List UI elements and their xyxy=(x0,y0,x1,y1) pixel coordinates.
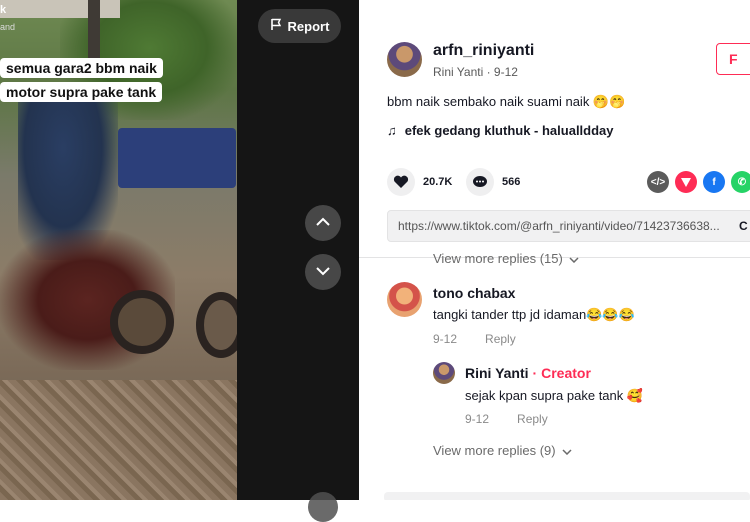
reply-text: sejak kpan supra pake tank 🥰 xyxy=(465,388,644,403)
report-button[interactable]: Report xyxy=(258,9,341,43)
view-more-replies-label: View more replies (9) xyxy=(433,443,556,458)
heart-icon xyxy=(387,168,415,196)
comment-input-bar[interactable] xyxy=(384,492,750,500)
chevron-down-icon xyxy=(569,251,579,266)
video-background-roof xyxy=(0,0,120,18)
view-more-replies-label: View more replies (15) xyxy=(433,251,563,266)
reply-author[interactable]: Rini Yanti · Creator xyxy=(465,365,591,381)
music-note-icon: ♫ xyxy=(387,123,397,138)
chevron-down-icon xyxy=(562,443,572,458)
video-caption-line2: motor supra pake tank xyxy=(0,82,163,102)
video-wheel-second xyxy=(196,292,237,358)
video-description: bbm naik sembako naik suami naik 🤭🤭 xyxy=(387,94,626,109)
commenter-name[interactable]: tono chabax xyxy=(433,285,515,301)
author-nickname-date: Rini Yanti · 9-12 xyxy=(433,65,518,79)
comment-count: 566 xyxy=(502,176,521,188)
video-caption-line1: semua gara2 bbm naik xyxy=(0,58,163,78)
comment-bubble-icon xyxy=(466,168,494,196)
commenter-avatar[interactable] xyxy=(387,282,422,317)
music-title: efek gedang kluthuk - halualldday xyxy=(404,123,614,138)
embed-code-icon[interactable]: </> xyxy=(647,171,669,193)
video-background-truck xyxy=(118,128,236,188)
video-link-field[interactable]: https://www.tiktok.com/@arfn_riniyanti/v… xyxy=(387,210,750,242)
creator-badge: · Creator xyxy=(532,365,591,381)
reply-reply-button[interactable]: Reply xyxy=(517,412,548,426)
reply-author-avatar[interactable] xyxy=(433,362,455,384)
copy-link-button[interactable]: C xyxy=(739,219,748,233)
video-watermark-sub: and xyxy=(0,22,16,32)
author-avatar[interactable] xyxy=(387,42,422,77)
video-wheel xyxy=(110,290,174,354)
view-more-replies-bottom[interactable]: View more replies (9) xyxy=(433,443,572,458)
follow-button[interactable]: F xyxy=(716,43,750,75)
video-player[interactable]: k and semua gara2 bbm naik motor supra p… xyxy=(0,0,237,500)
flag-icon xyxy=(270,18,282,34)
comment-date: 9-12 xyxy=(433,332,458,346)
chevron-down-icon xyxy=(315,263,331,281)
reply-author-name: Rini Yanti xyxy=(465,365,529,381)
reply-date: 9-12 xyxy=(465,412,490,426)
comment-text: tangki tander ttp jd idaman😂😂😂 xyxy=(433,307,635,322)
comment-stat[interactable]: 566 xyxy=(466,168,520,196)
comment-reply-button[interactable]: Reply xyxy=(485,332,516,346)
like-count: 20.7K xyxy=(423,176,453,188)
music-link[interactable]: ♫ efek gedang kluthuk - halualldday xyxy=(387,123,614,138)
comment-meta: 9-12 Reply xyxy=(433,332,516,346)
chevron-up-icon xyxy=(315,214,331,232)
send-direct-icon[interactable] xyxy=(675,171,697,193)
video-watermark: k xyxy=(0,4,7,16)
video-side-strip xyxy=(237,0,359,500)
next-video-button[interactable] xyxy=(305,254,341,290)
video-ground xyxy=(0,380,237,500)
facebook-icon[interactable]: f xyxy=(703,171,725,193)
previous-video-button[interactable] xyxy=(305,205,341,241)
report-label: Report xyxy=(287,18,330,34)
view-more-replies-top[interactable]: View more replies (15) xyxy=(433,251,579,266)
author-username[interactable]: arfn_riniyanti xyxy=(433,42,534,60)
volume-button[interactable] xyxy=(308,492,338,522)
reply-meta: 9-12 Reply xyxy=(465,412,548,426)
like-stat[interactable]: 20.7K xyxy=(387,168,452,196)
whatsapp-icon[interactable]: ✆ xyxy=(731,171,750,193)
details-panel: arfn_riniyanti Rini Yanti · 9-12 F bbm n… xyxy=(359,0,750,500)
